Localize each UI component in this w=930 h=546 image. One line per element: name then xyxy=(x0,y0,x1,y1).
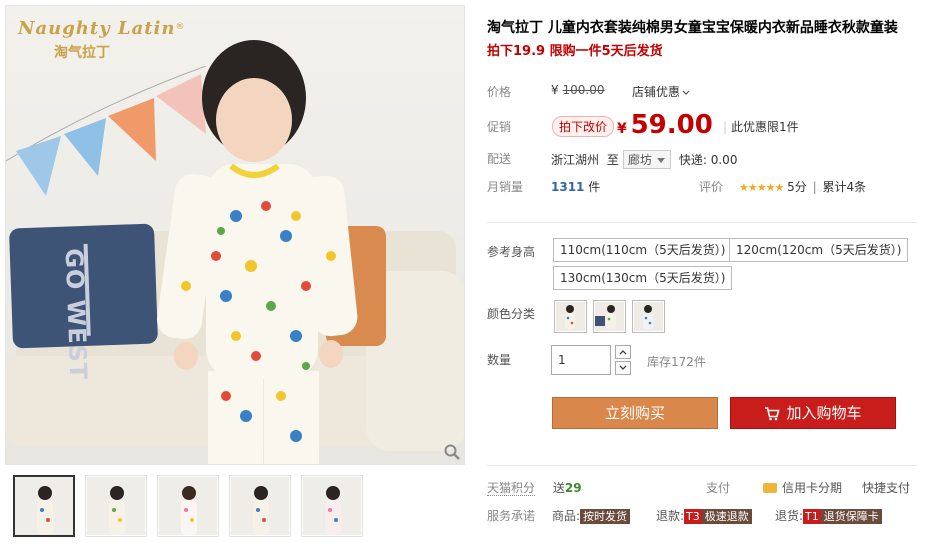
main-product-image[interactable]: Naughty Latin® 淘气拉丁 GO WEST xyxy=(5,5,465,465)
stock-count: 库存172件 xyxy=(647,355,706,369)
star-rating-icon: ★★★★★ xyxy=(739,181,784,194)
credit-installment-link[interactable]: 信用卡分期 xyxy=(763,479,842,496)
monthly-sales-value: 1311 件 xyxy=(551,180,601,194)
thumbnail-2[interactable] xyxy=(85,475,147,537)
credit-card-icon xyxy=(763,483,777,493)
thumbnail-1[interactable] xyxy=(13,475,75,537)
tmall-points-label[interactable]: 天猫积分 xyxy=(487,481,536,496)
promo-label: 促销 xyxy=(487,120,512,134)
color-label: 颜色分类 xyxy=(487,307,536,321)
divider xyxy=(487,222,917,223)
destination-select[interactable]: 廊坊 xyxy=(622,150,671,169)
tmall-points-value: 29 xyxy=(564,481,582,495)
service-label: 服务承诺 xyxy=(487,509,536,523)
thumbnail-4[interactable] xyxy=(229,475,291,537)
quantity-input[interactable]: 1 xyxy=(551,345,611,375)
price-panel: 价格 ¥ 100.00 店铺优惠 促销 拍下改价 ¥ 59.00 | 此优惠限1件… xyxy=(487,74,917,202)
monthly-sales-label: 月销量 xyxy=(487,180,524,194)
size-option-120[interactable]: 120cm(120cm（5天后发货）) xyxy=(729,238,909,262)
points-row: 天猫积分 送29 支付 信用卡分期 快捷支付 xyxy=(487,481,911,496)
service-return-guarantee[interactable]: 退货: T1 退货保障卡 xyxy=(775,507,882,524)
thumbnail-strip xyxy=(13,475,363,537)
pillow-text: GO WEST xyxy=(59,247,93,381)
quantity-decrease-button[interactable] xyxy=(615,361,631,375)
store-promo-dropdown[interactable]: 店铺优惠 xyxy=(632,83,690,100)
color-swatch-2[interactable] xyxy=(593,300,626,333)
child-model-illustration xyxy=(156,40,358,464)
payment-label: 支付 xyxy=(706,481,731,495)
chevron-up-icon xyxy=(619,350,627,355)
color-swatch-1[interactable] xyxy=(554,300,587,333)
zoom-icon[interactable] xyxy=(444,444,460,460)
size-label: 参考身高 xyxy=(487,245,536,259)
service-row: 服务承诺 商品: 按时发货 退款: T3 极速退款 退货: T1 退货保障卡 xyxy=(487,507,882,524)
cart-icon xyxy=(765,407,781,421)
size-option-110[interactable]: 110cm(110cm（5天后发货）) xyxy=(553,238,733,262)
original-price: ¥ 100.00 xyxy=(551,83,605,97)
shipping-route: 浙江湖州 至廊坊 快递: 0.00 xyxy=(551,150,737,169)
service-fast-refund[interactable]: 退款: T3 极速退款 xyxy=(656,507,752,524)
thumbnail-3[interactable] xyxy=(157,475,219,537)
size-option-130[interactable]: 130cm(130cm（5天后发货）) xyxy=(553,266,733,290)
price-label: 价格 xyxy=(487,85,512,99)
rating-label: 评价 xyxy=(699,180,724,194)
rating-summary[interactable]: ★★★★★ 5分 | 累计4条 xyxy=(739,178,866,195)
buy-now-button[interactable]: 立刻购买 xyxy=(552,397,718,429)
promo-limit: | 此优惠限1件 xyxy=(723,120,799,134)
thumbnail-5[interactable] xyxy=(301,475,363,537)
divider xyxy=(487,465,917,466)
shipping-label: 配送 xyxy=(487,152,512,166)
chevron-down-icon xyxy=(682,90,690,95)
chevron-down-icon xyxy=(619,365,627,370)
product-subtitle: 拍下19.9 限购一件5天后发货 xyxy=(487,44,663,59)
product-title: 淘气拉丁 儿童内衣套装纯棉男女童宝宝保暖内衣新品睡衣秋款童装 xyxy=(487,20,898,36)
promo-price: ¥ 59.00 xyxy=(617,110,713,140)
color-swatch-3[interactable] xyxy=(632,300,665,333)
service-ontime[interactable]: 商品: 按时发货 xyxy=(552,507,631,524)
add-to-cart-button[interactable]: 加入购物车 xyxy=(730,397,896,429)
quantity-label: 数量 xyxy=(487,353,512,367)
quantity-increase-button[interactable] xyxy=(615,345,631,359)
quick-pay-link[interactable]: 快捷支付 xyxy=(862,479,910,496)
pillow-go-west: GO WEST xyxy=(8,223,159,381)
promo-tag-badge: 拍下改价 xyxy=(552,116,615,137)
